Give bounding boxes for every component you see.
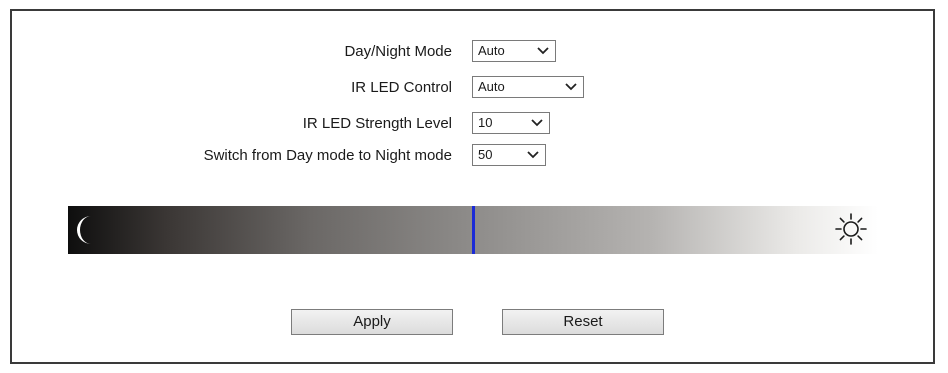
day-night-mode-value: Auto (478, 43, 505, 58)
day-night-threshold-slider[interactable] (68, 206, 878, 254)
day-night-mode-label: Day/Night Mode (344, 43, 452, 60)
day-night-mode-row: Day/Night Mode Auto (12, 40, 937, 64)
chevron-down-icon (565, 83, 577, 91)
ir-led-control-label: IR LED Control (351, 79, 452, 96)
ir-led-control-value: Auto (478, 79, 505, 94)
day-night-settings-panel: Day/Night Mode Auto IR LED Control Auto … (10, 9, 935, 364)
threshold-marker[interactable] (472, 206, 475, 254)
switch-threshold-select[interactable]: 50 (472, 144, 546, 166)
switch-threshold-value: 50 (478, 147, 493, 162)
ir-led-strength-label: IR LED Strength Level (302, 115, 452, 132)
switch-threshold-row: Switch from Day mode to Night mode 50 (12, 144, 937, 168)
switch-threshold-label: Switch from Day mode to Night mode (203, 147, 452, 164)
ir-led-control-select[interactable]: Auto (472, 76, 584, 98)
reset-button[interactable]: Reset (502, 309, 664, 335)
ir-led-strength-select[interactable]: 10 (472, 112, 550, 134)
ir-led-strength-value: 10 (478, 115, 493, 130)
chevron-down-icon (527, 151, 539, 159)
chevron-down-icon (531, 119, 543, 127)
moon-icon (77, 216, 91, 244)
day-night-mode-select[interactable]: Auto (472, 40, 556, 62)
sun-icon (835, 213, 867, 245)
apply-button[interactable]: Apply (291, 309, 453, 335)
ir-led-strength-row: IR LED Strength Level 10 (12, 112, 937, 136)
chevron-down-icon (537, 47, 549, 55)
ir-led-control-row: IR LED Control Auto (12, 76, 937, 100)
